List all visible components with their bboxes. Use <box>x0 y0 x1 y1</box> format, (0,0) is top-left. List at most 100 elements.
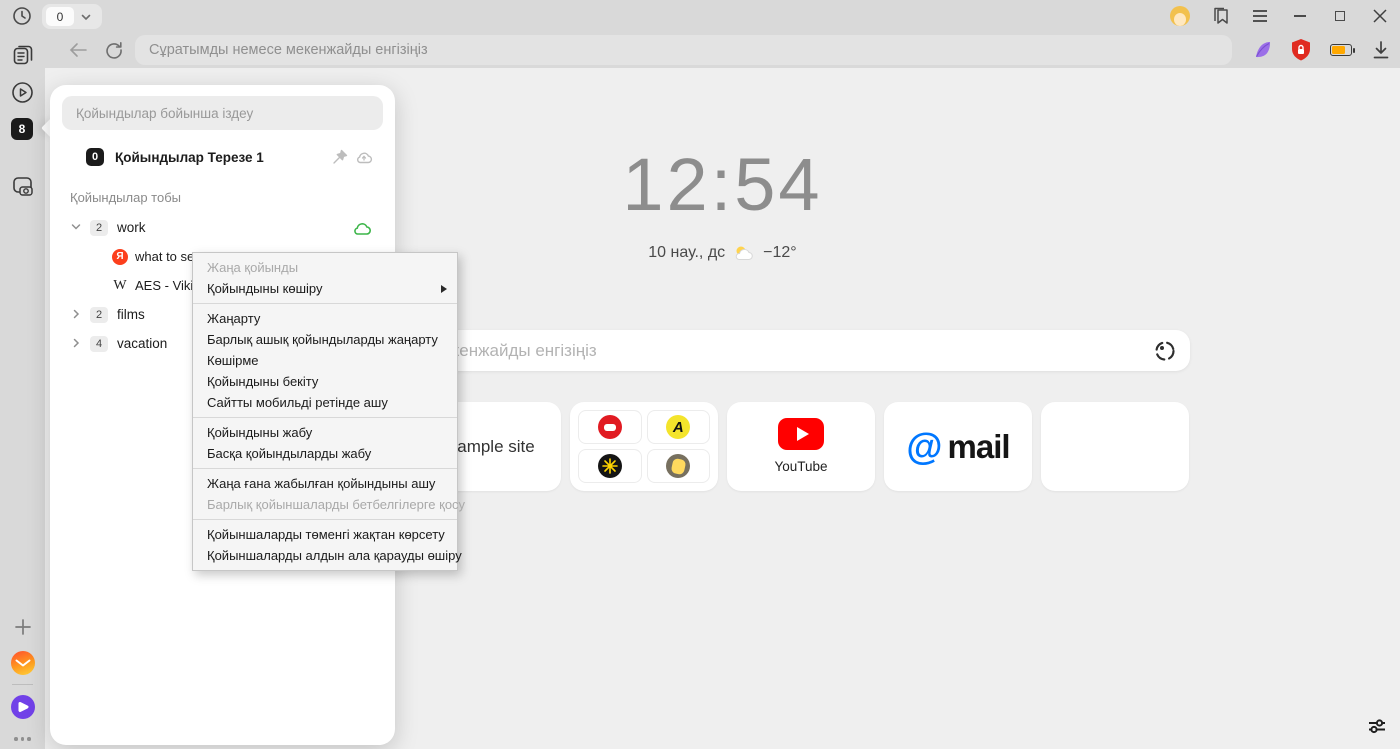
downloads-button[interactable] <box>1367 37 1395 63</box>
add-widget-button[interactable] <box>0 612 45 642</box>
tile-youtube-label: YouTube <box>774 459 827 474</box>
menu-item-refresh[interactable]: Жаңарту <box>193 308 457 329</box>
refresh-icon <box>105 41 123 59</box>
menu-item-close-tab[interactable]: Қойындыны жабу <box>193 422 457 443</box>
menu-item-tabs-bottom[interactable]: Қойыншаларды төменгі жақтан көрсету <box>193 524 457 545</box>
folder-site-3[interactable] <box>578 449 642 483</box>
menu-item-disable-preview[interactable]: Қойыншаларды алдын ала қарауды өшіру <box>193 545 457 566</box>
pin-icon[interactable] <box>332 149 348 165</box>
menu-item-open-mobile[interactable]: Сайтты мобильді ретінде ашу <box>193 392 457 413</box>
group-name: vacation <box>117 336 167 351</box>
browser-menu-button[interactable] <box>1240 0 1280 32</box>
group-count-badge: 4 <box>90 336 108 352</box>
alice-button[interactable] <box>0 692 45 722</box>
profile-button[interactable] <box>1160 0 1200 32</box>
clock-icon <box>12 6 32 26</box>
restore-button[interactable] <box>1320 0 1360 32</box>
avatar <box>1170 6 1190 26</box>
tab-list-button[interactable] <box>74 7 98 26</box>
more-dots-icon <box>14 737 31 741</box>
chevron-right-icon[interactable] <box>70 337 84 351</box>
bookmark-flag-icon <box>1210 6 1230 26</box>
image-search-button[interactable] <box>1152 338 1178 364</box>
alice-icon <box>11 695 35 719</box>
plus-icon <box>14 618 32 636</box>
cloud-sync-icon[interactable] <box>355 149 373 165</box>
tab-0[interactable]: 0 <box>46 7 74 26</box>
menu-item-bookmark-all: Барлық қойыншаларды бетбелгілерге қосу <box>193 494 457 515</box>
feather-icon <box>1251 39 1273 61</box>
menu-item-close-others[interactable]: Басқа қойындыларды жабу <box>193 443 457 464</box>
folder-site-4[interactable] <box>647 449 711 483</box>
window-badge: 0 <box>86 148 104 166</box>
star-favicon-icon <box>598 454 622 478</box>
sliders-icon <box>1365 714 1389 738</box>
bookmarks-button[interactable] <box>1200 0 1240 32</box>
menu-item-duplicate[interactable]: Көшірме <box>193 350 457 371</box>
tab-context-menu: Жаңа қойынды Қойындыны көшіру Жаңарту Ба… <box>192 252 458 571</box>
hamburger-icon <box>1252 9 1268 23</box>
history-button[interactable] <box>12 6 32 26</box>
menu-item-new-tab: Жаңа қойынды <box>193 257 457 278</box>
afisha-favicon-icon: A <box>666 415 690 439</box>
wikipedia-favicon-icon: W <box>112 278 128 294</box>
menu-item-pin-tab[interactable]: Қойындыны бекіту <box>193 371 457 392</box>
tile-mail-label: mail <box>948 428 1010 466</box>
group-count-badge: 2 <box>90 220 108 236</box>
chevron-down-icon <box>80 11 92 23</box>
weather-date: 10 нау., дс <box>648 244 725 262</box>
sidebar-panel-button[interactable] <box>0 40 45 70</box>
battery-icon <box>1330 44 1352 56</box>
tile-folder[interactable]: A <box>570 402 718 491</box>
tile-youtube[interactable]: YouTube <box>727 402 875 491</box>
back-button[interactable] <box>65 38 91 62</box>
shield-lock-icon <box>1290 38 1312 62</box>
yandex-mail-button[interactable] <box>0 648 45 678</box>
coin-favicon-icon <box>666 454 690 478</box>
tab-count-badge[interactable]: 8 <box>11 118 33 140</box>
sidebar-divider <box>12 684 33 685</box>
minimize-icon <box>1294 15 1306 17</box>
submenu-arrow-icon <box>441 285 447 293</box>
play-circle-icon <box>11 81 34 104</box>
group-name: work <box>117 220 146 235</box>
left-sidebar: 8 <box>0 32 45 749</box>
cloud-synced-icon[interactable] <box>352 220 372 236</box>
group-row-work[interactable]: 2 work <box>50 213 395 242</box>
titlebar: 0 <box>0 0 1400 32</box>
battery-button[interactable] <box>1327 37 1355 63</box>
chevron-right-icon[interactable] <box>70 308 84 322</box>
address-bar-input[interactable] <box>135 35 1232 65</box>
folder-site-2[interactable]: A <box>647 410 711 444</box>
group-count-badge: 2 <box>90 307 108 323</box>
weather-temp: −12° <box>763 244 797 262</box>
refresh-button[interactable] <box>101 38 127 62</box>
close-button[interactable] <box>1360 0 1400 32</box>
tile-empty[interactable] <box>1041 402 1189 491</box>
titlebar-right <box>1160 0 1400 32</box>
groups-header: Қойындылар тобы <box>70 190 181 205</box>
menu-item-refresh-all[interactable]: Барлық ашық қойындыларды жаңарту <box>193 329 457 350</box>
tab-search-input[interactable] <box>62 96 383 130</box>
car-favicon-icon <box>598 415 622 439</box>
sun-cloud-icon <box>733 244 755 262</box>
yandex-favicon-icon: Я <box>112 249 128 265</box>
tab-strip: 0 <box>42 4 102 29</box>
menu-item-reopen-closed[interactable]: Жаңа ғана жабылған қойындыны ашу <box>193 473 457 494</box>
close-icon <box>1373 9 1387 23</box>
chevron-down-icon[interactable] <box>70 221 84 235</box>
menu-item-move-tab[interactable]: Қойындыны көшіру <box>193 278 457 299</box>
camera-icon <box>11 175 35 199</box>
tile-mail[interactable]: @ mail <box>884 402 1032 491</box>
minimize-button[interactable] <box>1280 0 1320 32</box>
sidebar-more-button[interactable] <box>0 724 45 749</box>
camera-search-icon <box>1153 339 1177 363</box>
protect-button[interactable] <box>1287 37 1315 63</box>
dashboard-settings-button[interactable] <box>1364 713 1390 739</box>
restore-icon <box>1335 11 1345 21</box>
screenshot-button[interactable] <box>0 172 45 202</box>
extension-pen-button[interactable] <box>1248 37 1276 63</box>
window-row[interactable]: 0 Қойындылар Терезе 1 <box>50 142 395 172</box>
folder-site-1[interactable] <box>578 410 642 444</box>
media-button[interactable] <box>0 77 45 107</box>
